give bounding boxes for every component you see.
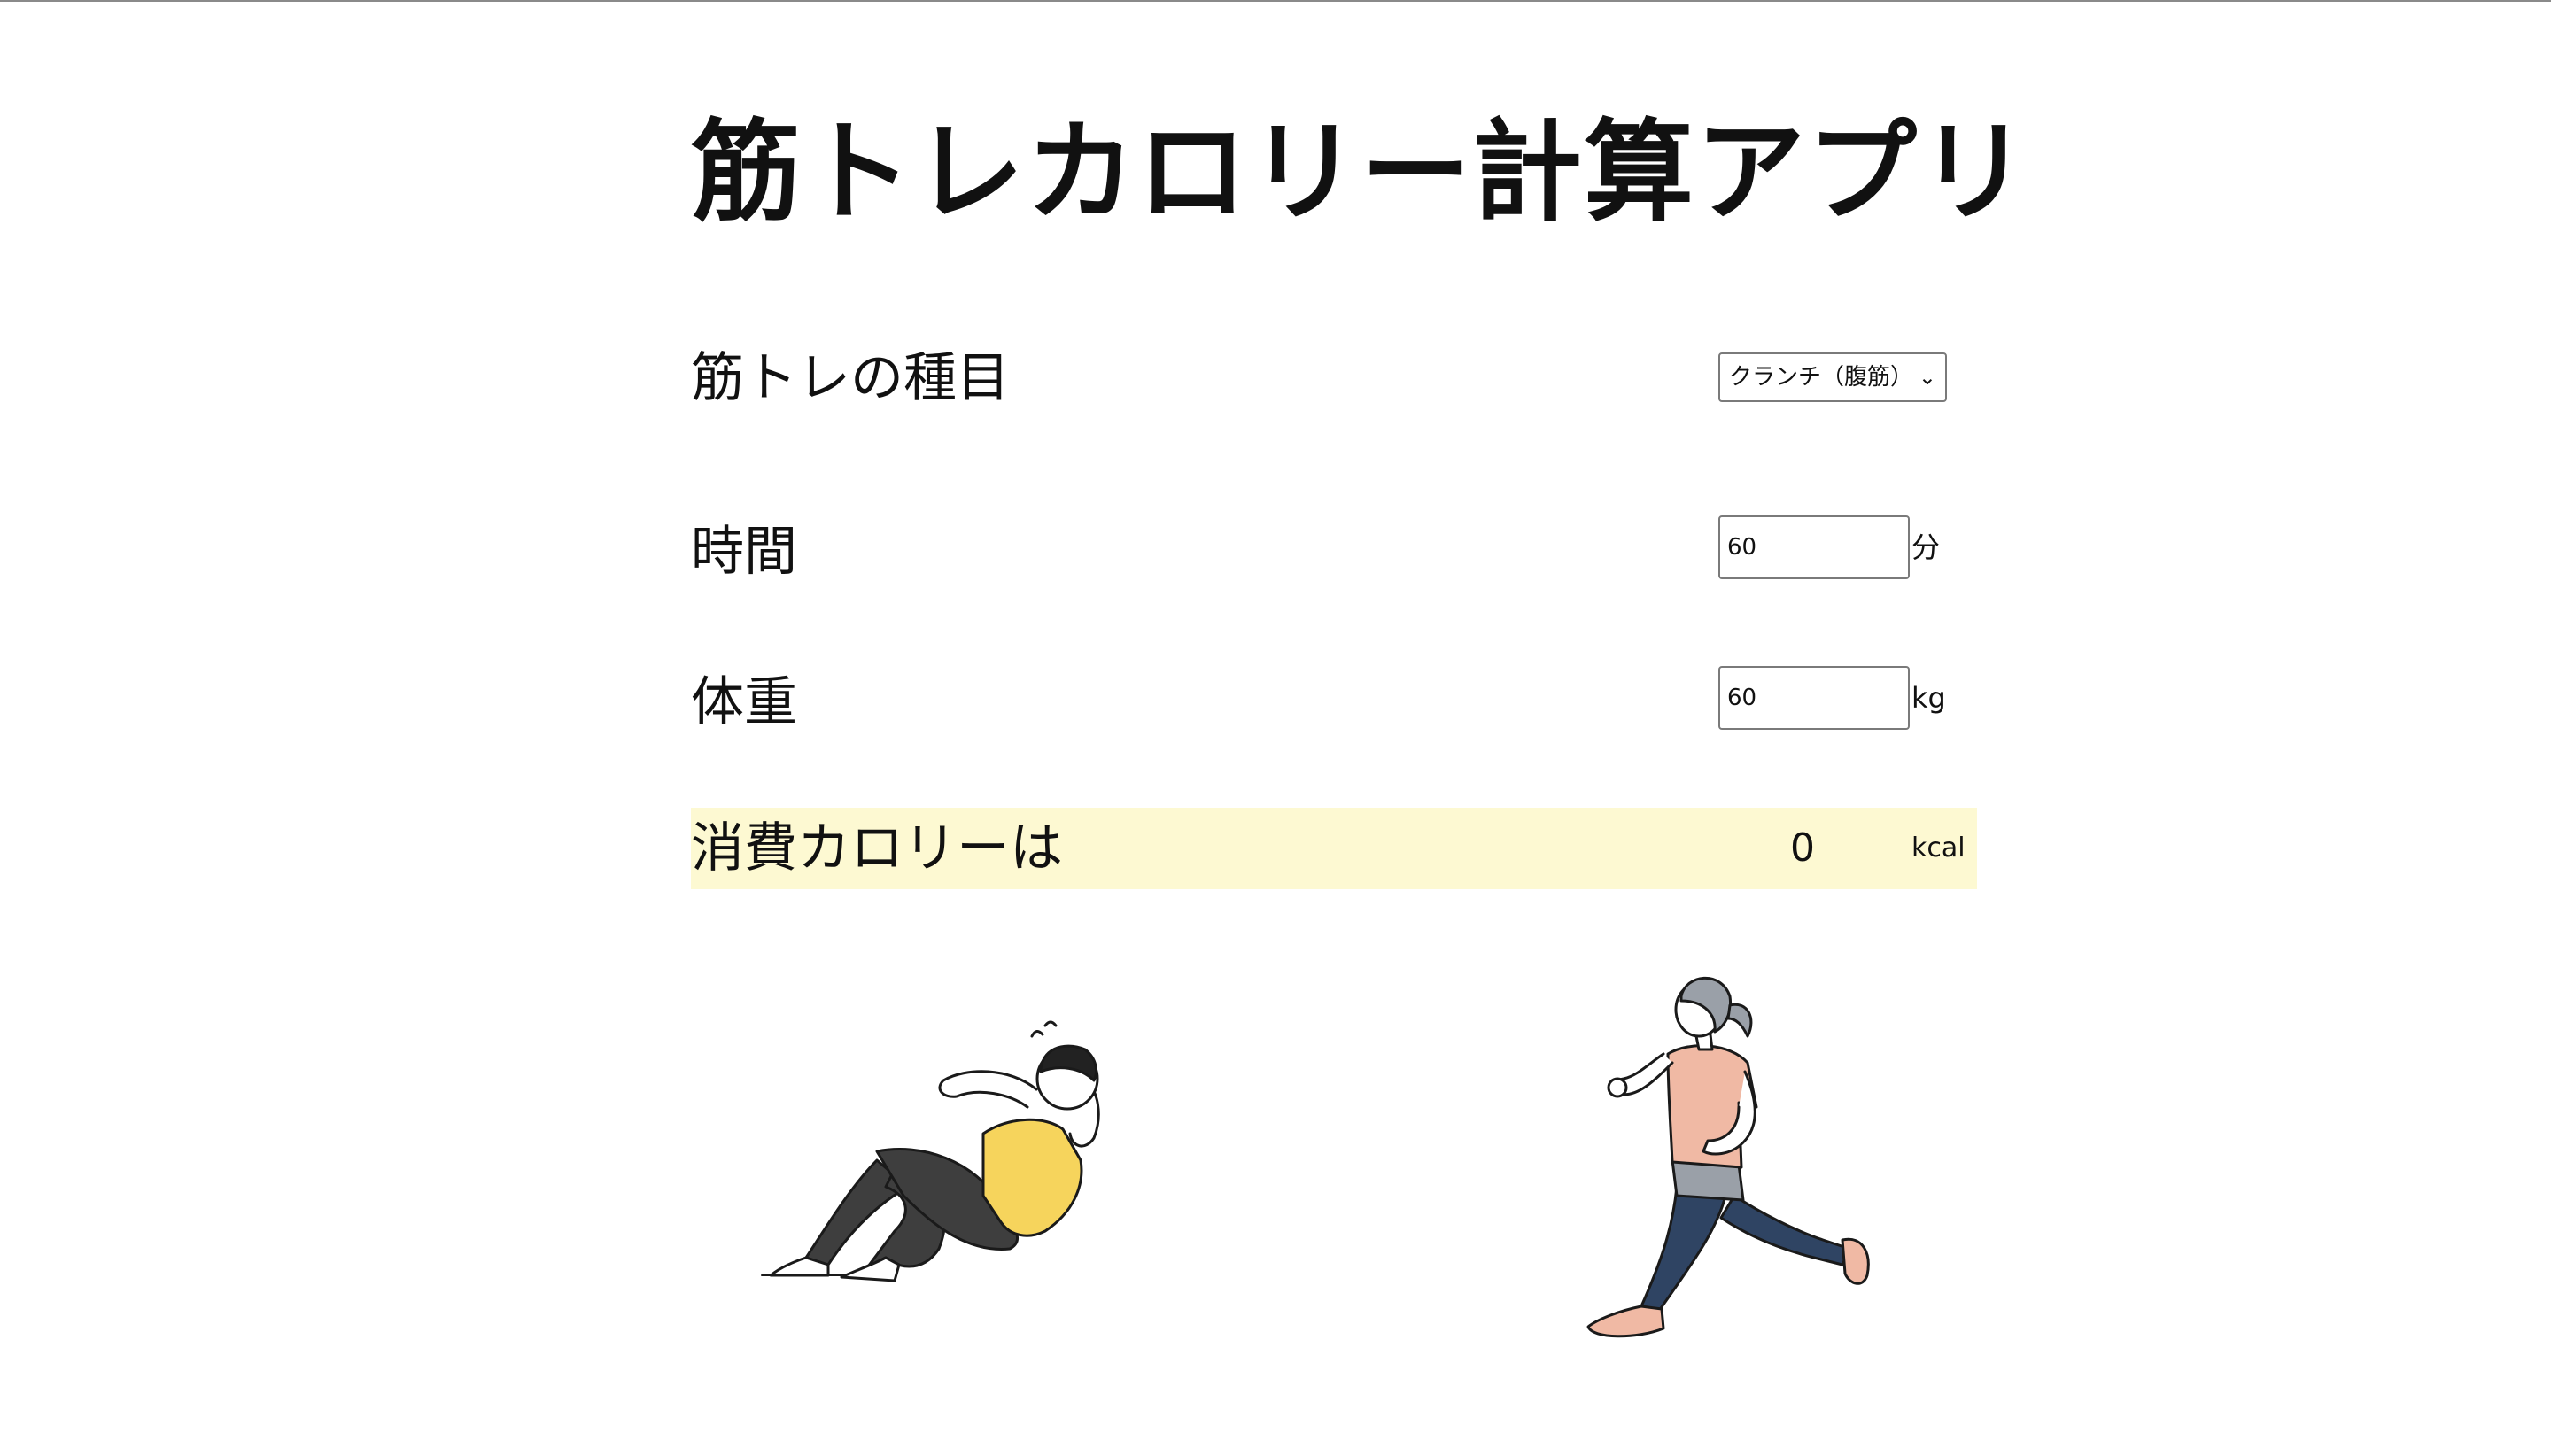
exercise-label: 筋トレの種目 [691,347,1010,409]
chevron-down-icon: ⌄ [1918,365,1936,390]
weight-label: 体重 [691,671,797,733]
exercise-row: 筋トレの種目 クランチ（腹筋） ⌄ [691,338,1977,418]
exercise-select-value: クランチ（腹筋） [1729,364,1914,391]
duration-label: 時間 [691,521,797,583]
running-woman-illustration [1513,930,1911,1373]
crunch-exercise-illustration [761,1020,1100,1282]
result-unit: kcal [1911,833,1966,864]
weight-row: 体重 kg [691,662,1977,742]
result-label: 消費カロリーは [691,817,1063,879]
calorie-calculator-app: 筋トレカロリー計算アプリ 筋トレの種目 クランチ（腹筋） ⌄ 時間 分 体重 k… [691,0,2031,1456]
weight-input[interactable] [1718,666,1910,730]
page-title: 筋トレカロリー計算アプリ [691,109,2031,236]
calorie-result-bar: 消費カロリーは 0 kcal [691,808,1977,889]
duration-row: 時間 分 [691,512,1977,592]
duration-input[interactable] [1718,515,1910,579]
exercise-select[interactable]: クランチ（腹筋） ⌄ [1718,352,1947,402]
weight-unit: kg [1911,681,1946,715]
duration-unit: 分 [1911,531,1941,564]
result-value: 0 [1790,825,1815,871]
